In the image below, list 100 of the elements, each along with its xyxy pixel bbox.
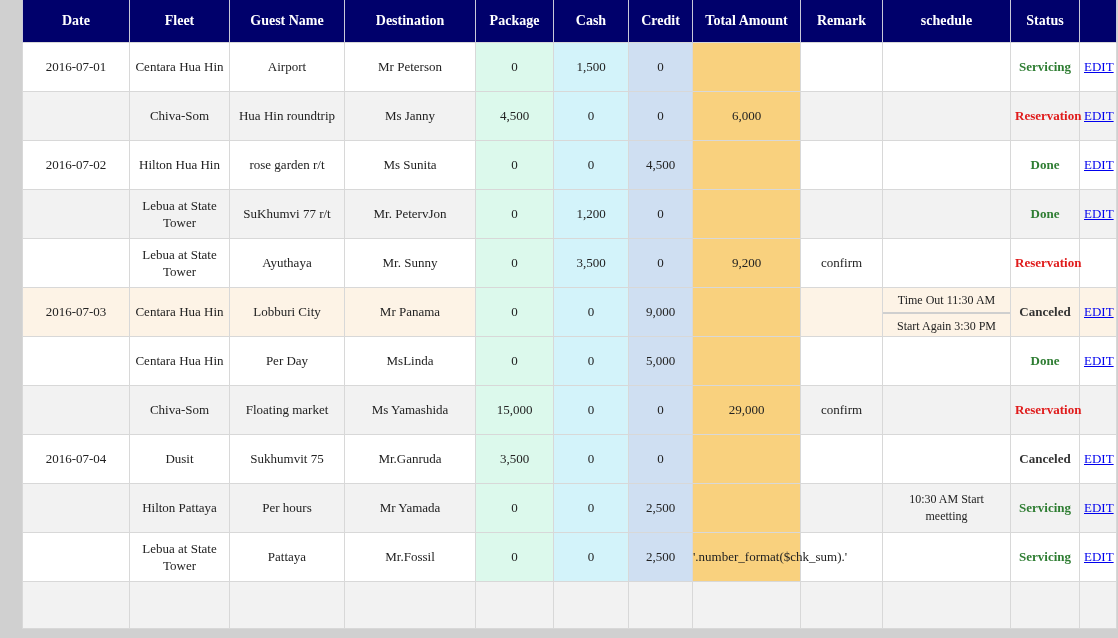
table-cell: Dusit bbox=[129, 434, 230, 483]
table-cell: 4,500 bbox=[475, 91, 554, 140]
table-cell: 0 bbox=[628, 238, 693, 287]
header-cell: Total Amount bbox=[692, 0, 801, 42]
table-cell: Hilton Pattaya bbox=[129, 483, 230, 532]
table-cell: 0 bbox=[628, 91, 693, 140]
total-amount: 9,200 bbox=[731, 253, 762, 272]
header-cell: Date bbox=[22, 0, 130, 42]
edit-link[interactable]: EDIT bbox=[1084, 353, 1114, 368]
edit-link[interactable]: EDIT bbox=[1084, 500, 1114, 515]
table-cell: 0 bbox=[553, 336, 629, 385]
table-cell: 3,500 bbox=[475, 434, 554, 483]
table-cell: Hilton Hua Hin bbox=[129, 140, 230, 189]
table-cell: Centara Hua Hin bbox=[129, 336, 230, 385]
table-cell: 2016-07-04 bbox=[22, 434, 130, 483]
status-cell: Servicing bbox=[1010, 532, 1080, 581]
edit-link[interactable]: EDIT bbox=[1084, 451, 1114, 466]
table-cell: 2,500 bbox=[628, 483, 693, 532]
edit-link[interactable]: EDIT bbox=[1084, 59, 1114, 74]
table-cell: 0 bbox=[475, 189, 554, 238]
table-cell: 5,000 bbox=[628, 336, 693, 385]
status-cell: Canceled bbox=[1010, 287, 1080, 336]
table-cell: Sukhumvit 75 bbox=[229, 434, 345, 483]
table-cell: 0 bbox=[475, 287, 554, 336]
table-cell: Mr. Sunny bbox=[344, 238, 476, 287]
status-cell: Servicing bbox=[1010, 42, 1080, 91]
table-cell: Hua Hin roundtrip bbox=[229, 91, 345, 140]
table-cell: Chiva-Som bbox=[129, 385, 230, 434]
table-cell: Lebua at State Tower bbox=[129, 238, 230, 287]
table-cell: 0 bbox=[553, 91, 629, 140]
header-cell: Package bbox=[475, 0, 554, 42]
table-cell: Centara Hua Hin bbox=[129, 287, 230, 336]
status-cell: Reservation bbox=[1010, 385, 1080, 434]
table-cell: Mr Peterson bbox=[344, 42, 476, 91]
table-cell: 0 bbox=[475, 336, 554, 385]
header-cell: Credit bbox=[628, 0, 693, 42]
status-cell: Done bbox=[1010, 336, 1080, 385]
status-cell: Reservation bbox=[1010, 91, 1080, 140]
header-cell: Fleet bbox=[129, 0, 230, 42]
table-cell: Ms Yamashida bbox=[344, 385, 476, 434]
table-cell: Lobburi City bbox=[229, 287, 345, 336]
table-cell: 0 bbox=[553, 385, 629, 434]
table-cell: 0 bbox=[553, 287, 629, 336]
table-cell: Ayuthaya bbox=[229, 238, 345, 287]
table-cell: 0 bbox=[553, 434, 629, 483]
table-cell: Centara Hua Hin bbox=[129, 42, 230, 91]
table-cell: Mr Yamada bbox=[344, 483, 476, 532]
table-cell: Airport bbox=[229, 42, 345, 91]
table-cell: SuKhumvi 77 r/t bbox=[229, 189, 345, 238]
total-amount: 6,000 bbox=[731, 106, 762, 125]
table-cell: 0 bbox=[553, 532, 629, 581]
table-cell: 0 bbox=[475, 238, 554, 287]
table-cell: 2016-07-01 bbox=[22, 42, 130, 91]
schedule-entry: Start Again 3:30 PM bbox=[883, 311, 1010, 336]
header-cell: Cash bbox=[553, 0, 629, 42]
table-cell: Ms Sunita bbox=[344, 140, 476, 189]
table-cell: 0 bbox=[553, 483, 629, 532]
table-cell: Floating market bbox=[229, 385, 345, 434]
header-cell: Destination bbox=[344, 0, 476, 42]
edit-link[interactable]: EDIT bbox=[1084, 206, 1114, 221]
table-cell: Pattaya bbox=[229, 532, 345, 581]
table-cell: 2,500 bbox=[628, 532, 693, 581]
edit-link[interactable]: EDIT bbox=[1084, 549, 1114, 564]
table-cell: Mr Panama bbox=[344, 287, 476, 336]
header-cell: schedule bbox=[882, 0, 1011, 42]
table-cell: 10:30 AM Start meetting bbox=[882, 483, 1011, 532]
table-cell: Mr.Fossil bbox=[344, 532, 476, 581]
table-cell: 2016-07-02 bbox=[22, 140, 130, 189]
edit-link[interactable]: EDIT bbox=[1084, 304, 1114, 319]
table-cell: Chiva-Som bbox=[129, 91, 230, 140]
header-cell: Status bbox=[1010, 0, 1080, 42]
table-cell: Ms Janny bbox=[344, 91, 476, 140]
table-cell: 2016-07-03 bbox=[22, 287, 130, 336]
table-cell: 9,000 bbox=[628, 287, 693, 336]
table-cell: 1,500 bbox=[553, 42, 629, 91]
edit-link[interactable]: EDIT bbox=[1084, 157, 1114, 172]
table-cell: Per hours bbox=[229, 483, 345, 532]
table-cell: 0 bbox=[475, 42, 554, 91]
status-cell: Done bbox=[1010, 189, 1080, 238]
table-cell: Lebua at State Tower bbox=[129, 532, 230, 581]
table-cell: 0 bbox=[553, 140, 629, 189]
table-cell: confirm bbox=[800, 385, 883, 434]
status-cell: Reservation bbox=[1010, 238, 1080, 287]
table-cell: 15,000 bbox=[475, 385, 554, 434]
header-cell: Guest Name bbox=[229, 0, 345, 42]
total-amount: 29,000 bbox=[728, 400, 765, 419]
table-cell: 1,200 bbox=[553, 189, 629, 238]
table-cell: 4,500 bbox=[628, 140, 693, 189]
table-cell: MsLinda bbox=[344, 336, 476, 385]
table-cell: 0 bbox=[475, 140, 554, 189]
table-cell: 0 bbox=[628, 42, 693, 91]
status-cell: Done bbox=[1010, 140, 1080, 189]
table-cell: 0 bbox=[475, 483, 554, 532]
table-cell: Lebua at State Tower bbox=[129, 189, 230, 238]
table-cell: rose garden r/t bbox=[229, 140, 345, 189]
table-cell: 0 bbox=[628, 385, 693, 434]
edit-link[interactable]: EDIT bbox=[1084, 108, 1114, 123]
table-cell: Mr.Ganruda bbox=[344, 434, 476, 483]
table-cell: 0 bbox=[475, 532, 554, 581]
table-cell: 0 bbox=[628, 189, 693, 238]
